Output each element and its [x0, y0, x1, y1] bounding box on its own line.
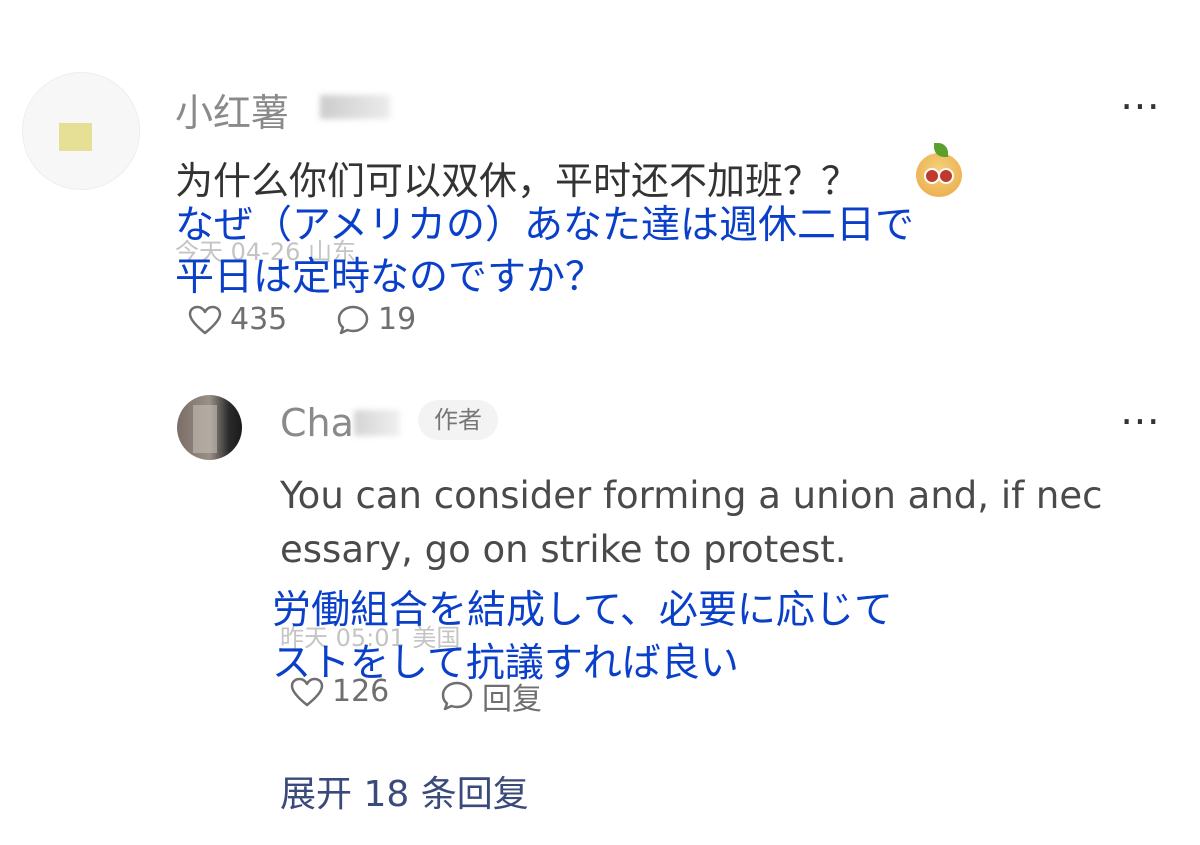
heart-icon: [188, 305, 222, 334]
comment-bubble-icon: [441, 681, 473, 711]
like-count: 126: [332, 674, 390, 709]
comment-text: 为什么你们可以双休，平时还不加班？？: [175, 159, 860, 203]
reply-button[interactable]: 回复: [440, 674, 542, 718]
reply-button[interactable]: 19: [336, 302, 416, 337]
peach-face-emoji-icon: [916, 153, 962, 197]
reply-username[interactable]: Cha: [280, 401, 354, 445]
like-button[interactable]: 126: [290, 674, 389, 709]
username-redaction: [354, 410, 400, 436]
heart-icon: [290, 677, 324, 706]
reply-text-line-2: essary, go on strike to protest.: [280, 528, 847, 571]
expand-replies-link[interactable]: 展开 18 条回复: [280, 765, 529, 817]
username-redaction: [320, 95, 390, 119]
avatar-image: [59, 123, 92, 151]
reply-avatar-image: [193, 405, 217, 453]
reply-label: 回复: [482, 682, 542, 717]
comment-bubble-icon: [337, 305, 369, 334]
translation-overlay-line-1: 労働組合を結成して、必要に応じて: [272, 588, 893, 633]
like-button[interactable]: 435: [188, 302, 287, 337]
translation-overlay-line-2: 平日は定時なのですか？: [175, 255, 605, 300]
like-count: 435: [230, 302, 288, 337]
more-options-icon[interactable]: ⋯: [1120, 401, 1162, 441]
comment-username[interactable]: 小红薯: [175, 82, 289, 137]
reply-count: 19: [378, 302, 417, 337]
author-badge: 作者: [418, 400, 498, 440]
reply-text-line-1: You can consider forming a union and, if…: [280, 474, 1103, 517]
more-options-icon[interactable]: ⋯: [1120, 86, 1162, 126]
translation-overlay-line-1: なぜ（アメリカの）あなた達は週休二日で: [175, 203, 915, 248]
